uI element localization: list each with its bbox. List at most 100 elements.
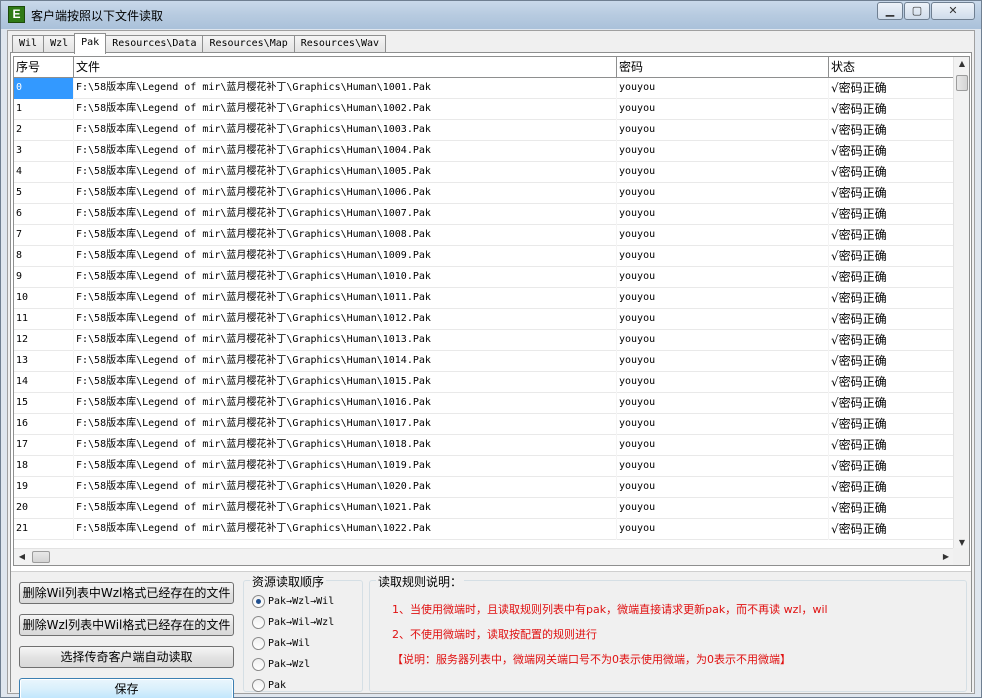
horizontal-scroll-thumb[interactable] xyxy=(32,551,50,563)
cell-status[interactable]: √密码正确 xyxy=(829,162,954,183)
vertical-scrollbar[interactable]: ▲ ▼ xyxy=(953,57,969,549)
save-button[interactable]: 保存 xyxy=(19,678,234,698)
cell-file[interactable]: F:\58版本库\Legend of mir\蓝月樱花补丁\Graphics\H… xyxy=(74,183,617,204)
cell-status[interactable]: √密码正确 xyxy=(829,519,954,540)
cell-status[interactable]: √密码正确 xyxy=(829,330,954,351)
table-row[interactable]: 10 F:\58版本库\Legend of mir\蓝月樱花补丁\Graphics… xyxy=(14,288,954,309)
table-row[interactable]: 15 F:\58版本库\Legend of mir\蓝月樱花补丁\Graphics… xyxy=(14,393,954,414)
read-order-option[interactable]: Pak xyxy=(252,679,286,692)
read-order-option[interactable]: Pak→Wzl→Wil xyxy=(252,595,334,608)
table-row[interactable]: 13 F:\58版本库\Legend of mir\蓝月樱花补丁\Graphics… xyxy=(14,351,954,372)
cell-index[interactable]: 18 xyxy=(14,456,74,477)
cell-password[interactable]: youyou xyxy=(617,99,829,120)
radio-button-icon[interactable] xyxy=(252,616,265,629)
column-header-index[interactable]: 序号 xyxy=(14,57,74,78)
cell-file[interactable]: F:\58版本库\Legend of mir\蓝月樱花补丁\Graphics\H… xyxy=(74,477,617,498)
cell-index[interactable]: 3 xyxy=(14,141,74,162)
table-row[interactable]: 9 F:\58版本库\Legend of mir\蓝月樱花补丁\Graphics\… xyxy=(14,267,954,288)
cell-index[interactable]: 2 xyxy=(14,120,74,141)
table-row[interactable]: 0 F:\58版本库\Legend of mir\蓝月樱花补丁\Graphics\… xyxy=(14,78,954,99)
cell-file[interactable]: F:\58版本库\Legend of mir\蓝月樱花补丁\Graphics\H… xyxy=(74,246,617,267)
radio-button-icon[interactable] xyxy=(252,637,265,650)
cell-password[interactable]: youyou xyxy=(617,477,829,498)
cell-password[interactable]: youyou xyxy=(617,372,829,393)
tab-wzl[interactable]: Wzl xyxy=(43,35,76,53)
table-row[interactable]: 4 F:\58版本库\Legend of mir\蓝月樱花补丁\Graphics\… xyxy=(14,162,954,183)
scroll-up-icon[interactable]: ▲ xyxy=(954,59,969,68)
cell-status[interactable]: √密码正确 xyxy=(829,78,954,99)
cell-status[interactable]: √密码正确 xyxy=(829,351,954,372)
cell-file[interactable]: F:\58版本库\Legend of mir\蓝月樱花补丁\Graphics\H… xyxy=(74,330,617,351)
cell-index[interactable]: 0 xyxy=(14,78,74,99)
cell-file[interactable]: F:\58版本库\Legend of mir\蓝月樱花补丁\Graphics\H… xyxy=(74,99,617,120)
cell-status[interactable]: √密码正确 xyxy=(829,246,954,267)
cell-status[interactable]: √密码正确 xyxy=(829,204,954,225)
table-row[interactable]: 17 F:\58版本库\Legend of mir\蓝月樱花补丁\Graphics… xyxy=(14,435,954,456)
cell-status[interactable]: √密码正确 xyxy=(829,225,954,246)
cell-password[interactable]: youyou xyxy=(617,498,829,519)
table-row[interactable]: 8 F:\58版本库\Legend of mir\蓝月樱花补丁\Graphics\… xyxy=(14,246,954,267)
cell-status[interactable]: √密码正确 xyxy=(829,435,954,456)
tab-resources-data[interactable]: Resources\Data xyxy=(105,35,204,53)
tab-resources-map[interactable]: Resources\Map xyxy=(202,35,295,53)
column-header-status[interactable]: 状态 xyxy=(829,57,954,78)
delete-wzl-duplicates-button[interactable]: 删除Wzl列表中Wil格式已经存在的文件 xyxy=(19,614,234,636)
read-order-option[interactable]: Pak→Wil→Wzl xyxy=(252,616,334,629)
cell-password[interactable]: youyou xyxy=(617,204,829,225)
cell-password[interactable]: youyou xyxy=(617,456,829,477)
cell-status[interactable]: √密码正确 xyxy=(829,288,954,309)
cell-index[interactable]: 21 xyxy=(14,519,74,540)
cell-status[interactable]: √密码正确 xyxy=(829,99,954,120)
table-row[interactable]: 5 F:\58版本库\Legend of mir\蓝月樱花补丁\Graphics\… xyxy=(14,183,954,204)
cell-password[interactable]: youyou xyxy=(617,120,829,141)
radio-button-icon[interactable] xyxy=(252,595,265,608)
cell-file[interactable]: F:\58版本库\Legend of mir\蓝月樱花补丁\Graphics\H… xyxy=(74,162,617,183)
cell-password[interactable]: youyou xyxy=(617,519,829,540)
horizontal-scrollbar[interactable]: ◀ ▶ xyxy=(14,548,954,565)
cell-file[interactable]: F:\58版本库\Legend of mir\蓝月樱花补丁\Graphics\H… xyxy=(74,372,617,393)
cell-password[interactable]: youyou xyxy=(617,309,829,330)
cell-file[interactable]: F:\58版本库\Legend of mir\蓝月樱花补丁\Graphics\H… xyxy=(74,204,617,225)
cell-index[interactable]: 17 xyxy=(14,435,74,456)
cell-index[interactable]: 1 xyxy=(14,99,74,120)
column-header-file[interactable]: 文件 xyxy=(74,57,617,78)
cell-status[interactable]: √密码正确 xyxy=(829,120,954,141)
radio-button-icon[interactable] xyxy=(252,658,265,671)
cell-file[interactable]: F:\58版本库\Legend of mir\蓝月樱花补丁\Graphics\H… xyxy=(74,225,617,246)
close-icon[interactable]: ✕ xyxy=(931,2,975,20)
cell-password[interactable]: youyou xyxy=(617,141,829,162)
table-row[interactable]: 12 F:\58版本库\Legend of mir\蓝月樱花补丁\Graphics… xyxy=(14,330,954,351)
cell-index[interactable]: 13 xyxy=(14,351,74,372)
cell-status[interactable]: √密码正确 xyxy=(829,393,954,414)
cell-file[interactable]: F:\58版本库\Legend of mir\蓝月樱花补丁\Graphics\H… xyxy=(74,309,617,330)
minimize-icon[interactable]: ▁ xyxy=(877,2,903,20)
cell-password[interactable]: youyou xyxy=(617,225,829,246)
cell-password[interactable]: youyou xyxy=(617,78,829,99)
tab-resources-wav[interactable]: Resources\Wav xyxy=(293,35,387,53)
table-row[interactable]: 3 F:\58版本库\Legend of mir\蓝月樱花补丁\Graphics\… xyxy=(14,141,954,162)
cell-file[interactable]: F:\58版本库\Legend of mir\蓝月樱花补丁\Graphics\H… xyxy=(74,519,617,540)
cell-file[interactable]: F:\58版本库\Legend of mir\蓝月樱花补丁\Graphics\H… xyxy=(74,393,617,414)
scroll-right-icon[interactable]: ▶ xyxy=(938,552,954,561)
tab-pak[interactable]: Pak xyxy=(74,33,107,54)
cell-index[interactable]: 20 xyxy=(14,498,74,519)
cell-password[interactable]: youyou xyxy=(617,246,829,267)
vertical-scroll-thumb[interactable] xyxy=(956,75,968,91)
cell-status[interactable]: √密码正确 xyxy=(829,477,954,498)
cell-index[interactable]: 5 xyxy=(14,183,74,204)
cell-file[interactable]: F:\58版本库\Legend of mir\蓝月樱花补丁\Graphics\H… xyxy=(74,414,617,435)
radio-button-icon[interactable] xyxy=(252,679,265,692)
cell-index[interactable]: 8 xyxy=(14,246,74,267)
cell-file[interactable]: F:\58版本库\Legend of mir\蓝月樱花补丁\Graphics\H… xyxy=(74,78,617,99)
cell-status[interactable]: √密码正确 xyxy=(829,309,954,330)
cell-password[interactable]: youyou xyxy=(617,288,829,309)
read-order-option[interactable]: Pak→Wil xyxy=(252,637,310,650)
table-row[interactable]: 18 F:\58版本库\Legend of mir\蓝月樱花补丁\Graphics… xyxy=(14,456,954,477)
maximize-icon[interactable]: ▢ xyxy=(904,2,930,20)
cell-index[interactable]: 16 xyxy=(14,414,74,435)
cell-password[interactable]: youyou xyxy=(617,351,829,372)
table-row[interactable]: 1 F:\58版本库\Legend of mir\蓝月樱花补丁\Graphics\… xyxy=(14,99,954,120)
table-row[interactable]: 21 F:\58版本库\Legend of mir\蓝月樱花补丁\Graphics… xyxy=(14,519,954,540)
cell-status[interactable]: √密码正确 xyxy=(829,414,954,435)
table-row[interactable]: 14 F:\58版本库\Legend of mir\蓝月樱花补丁\Graphics… xyxy=(14,372,954,393)
